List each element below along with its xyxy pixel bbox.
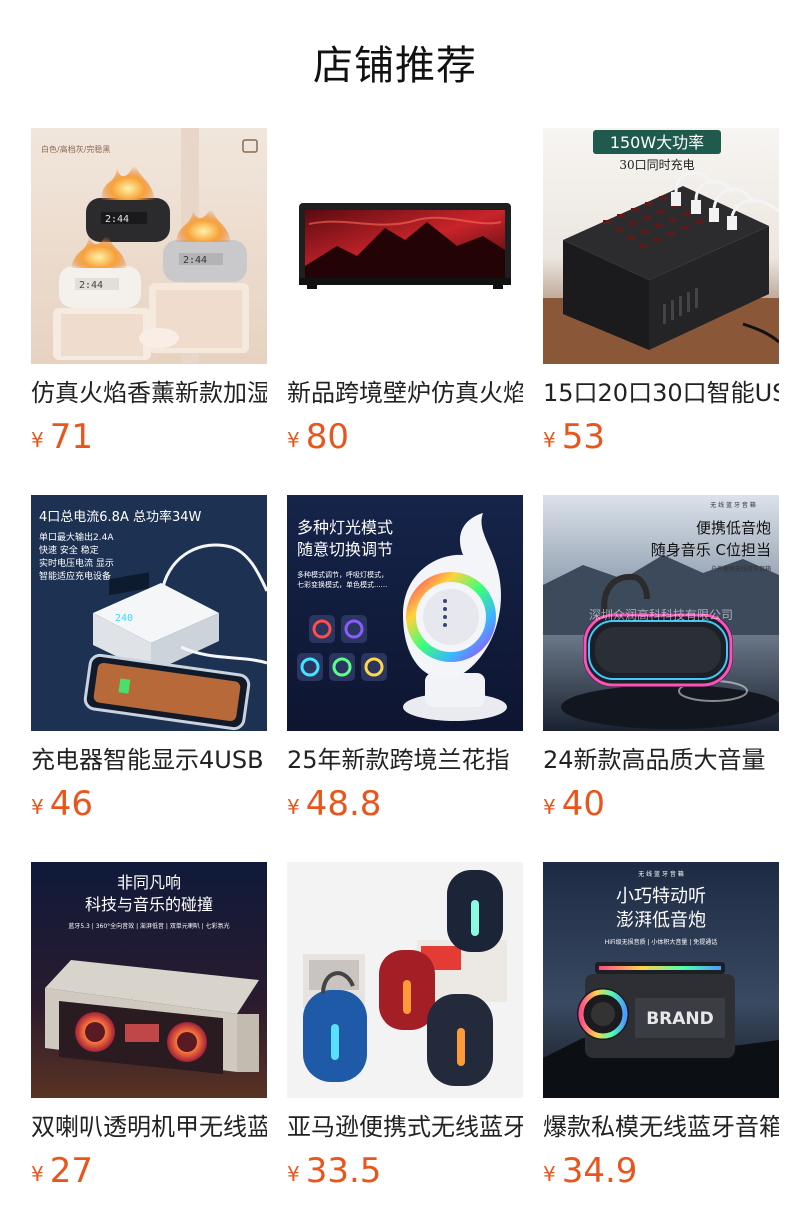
product-image-9[interactable]: 无 线 蓝 牙 音 箱 小巧特动听 澎湃低音炮 HiFi级无损音质 | 小体积大…: [543, 862, 779, 1098]
currency-symbol: ¥: [31, 795, 44, 819]
price-value: 34.9: [561, 1151, 638, 1191]
price-value: 27: [49, 1151, 93, 1191]
product-name[interactable]: 仿真火焰香薰新款加湿器: [31, 376, 267, 410]
svg-text:七彩变换模式，单色模式......: 七彩变换模式，单色模式......: [297, 580, 387, 589]
currency-symbol: ¥: [543, 1162, 556, 1186]
svg-text:30口同时充电: 30口同时充电: [619, 157, 694, 172]
price-value: 40: [561, 784, 605, 824]
product-card-9[interactable]: 无 线 蓝 牙 音 箱 小巧特动听 澎湃低音炮 HiFi级无损音质 | 小体积大…: [543, 862, 779, 1192]
section-title: 店铺推荐: [313, 43, 477, 89]
product-name[interactable]: 爆款私模无线蓝牙音箱: [543, 1110, 779, 1144]
svg-text:2:44: 2:44: [183, 255, 207, 266]
product-card-7[interactable]: 非同凡响 科技与音乐的碰撞 蓝牙5.3 | 360°全向音效 | 澎湃低音 | …: [31, 862, 267, 1192]
product-image-8[interactable]: [287, 862, 523, 1098]
price-value: 80: [305, 417, 349, 457]
product-name[interactable]: 充电器智能显示4USB: [31, 743, 267, 777]
product-image-3[interactable]: 150W大功率 30口同时充电: [543, 128, 779, 364]
product-card-5[interactable]: 多种灯光模式 随意切换调节 多种模式调节，呼吸灯模式， 七彩变换模式，单色模式.…: [287, 495, 523, 825]
currency-symbol: ¥: [543, 795, 556, 819]
svg-text:单口最大输出2.4A: 单口最大输出2.4A: [39, 531, 114, 543]
svg-text:随意切换调节: 随意切换调节: [297, 540, 393, 559]
currency-symbol: ¥: [31, 1162, 44, 1186]
currency-symbol: ¥: [287, 795, 300, 819]
product-price: ¥34.9: [543, 1150, 637, 1192]
svg-text:科技与音乐的碰撞: 科技与音乐的碰撞: [85, 895, 213, 914]
product-price: ¥33.5: [287, 1150, 381, 1192]
svg-text:深圳众润高科科技有限公司: 深圳众润高科科技有限公司: [589, 607, 733, 622]
product-price: ¥80: [287, 416, 349, 458]
product-name[interactable]: 双喇叭透明机甲无线蓝牙: [31, 1110, 267, 1144]
product-price: ¥53: [543, 416, 605, 458]
image-caption: 白色/高档灰/完稳黑: [41, 144, 110, 154]
svg-text:智能适应充电设备: 智能适应充电设备: [39, 570, 111, 582]
product-price: ¥27: [31, 1150, 93, 1192]
product-card-1[interactable]: 白色/高档灰/完稳黑 2:44 2:44 2:44 仿真火焰香薰新款加湿 ¥ 7…: [31, 128, 267, 458]
product-name[interactable]: 15口20口30口智能USB: [543, 376, 779, 410]
store-recommendations-page: 店铺推荐 白色/高档灰/完稳黑 2:44 2:44 2:44 仿真火焰香薰新款加…: [0, 0, 790, 1230]
currency-symbol: ¥: [31, 428, 44, 452]
currency-symbol: ¥: [287, 1162, 300, 1186]
product-image-7[interactable]: 非同凡响 科技与音乐的碰撞 蓝牙5.3 | 360°全向音效 | 澎湃低音 | …: [31, 862, 267, 1098]
currency-symbol: ¥: [543, 428, 556, 452]
svg-text:2:44: 2:44: [105, 214, 129, 225]
image-caption: 无 线 蓝 牙 音 箱: [638, 870, 684, 878]
image-caption: 无 线 蓝 牙 音 箱: [710, 501, 756, 509]
product-image-5[interactable]: 多种灯光模式 随意切换调节 多种模式调节，呼吸灯模式， 七彩变换模式，单色模式.…: [287, 495, 523, 731]
svg-text:实时电压电流 显示: 实时电压电流 显示: [39, 557, 114, 569]
product-price: ¥48.8: [287, 783, 381, 825]
svg-text:快速 安全 稳定: 快速 安全 稳定: [39, 544, 99, 556]
product-card-2[interactable]: 新品跨境壁炉仿真火焰 ¥80: [287, 128, 523, 458]
product-name[interactable]: 25年新款跨境兰花指: [287, 743, 523, 777]
svg-text:户外便携无线蓝牙音箱: 户外便携无线蓝牙音箱: [711, 565, 771, 573]
product-card-8[interactable]: 亚马逊便携式无线蓝牙 ¥33.5: [287, 862, 523, 1192]
svg-text:蓝牙5.3 | 360°全向音效 | 澎湃低音 | 双单元喇: 蓝牙5.3 | 360°全向音效 | 澎湃低音 | 双单元喇叭 | 七彩氛光: [68, 922, 229, 930]
image-caption: 多种灯光模式: [297, 518, 393, 537]
image-caption: 4口总电流6.8A 总功率34W: [39, 509, 202, 525]
product-price: ¥46: [31, 783, 93, 825]
product-name[interactable]: 24新款高品质大音量: [543, 743, 779, 777]
svg-text:多种模式调节，呼吸灯模式，: 多种模式调节，呼吸灯模式，: [297, 570, 388, 579]
svg-text:小巧特动听: 小巧特动听: [616, 886, 706, 907]
product-card-3[interactable]: 150W大功率 30口同时充电 15口20口30口智能USB ¥ 53: [543, 128, 779, 458]
image-caption: 非同凡响: [117, 873, 181, 892]
product-image-4[interactable]: 4口总电流6.8A 总功率34W 单口最大输出2.4A 快速 安全 稳定 实时电…: [31, 495, 267, 731]
svg-text:2:44: 2:44: [79, 280, 103, 291]
product-name[interactable]: 亚马逊便携式无线蓝牙: [287, 1110, 523, 1144]
price-value: 48.8: [305, 784, 382, 824]
product-image-6[interactable]: 无 线 蓝 牙 音 箱 便携低音炮 随身音乐 C位担当 户外便携无线蓝牙音箱 深…: [543, 495, 779, 731]
product-card-6[interactable]: 无 线 蓝 牙 音 箱 便携低音炮 随身音乐 C位担当 户外便携无线蓝牙音箱 深…: [543, 495, 779, 825]
product-image-1[interactable]: 白色/高档灰/完稳黑 2:44 2:44 2:44: [31, 128, 267, 364]
price-value: 33.5: [305, 1151, 382, 1191]
svg-text:HiFi级无损音质 | 小体积大音量 | 免提通话: HiFi级无损音质 | 小体积大音量 | 免提通话: [605, 938, 718, 946]
product-card-4[interactable]: 4口总电流6.8A 总功率34W 单口最大输出2.4A 快速 安全 稳定 实时电…: [31, 495, 267, 825]
product-price: ¥71: [31, 416, 93, 458]
svg-text:BRAND: BRAND: [646, 1009, 714, 1029]
svg-text:澎湃低音炮: 澎湃低音炮: [616, 910, 706, 931]
svg-text:便携低音炮: 便携低音炮: [696, 519, 771, 537]
price-value: 71: [49, 417, 93, 457]
product-image-2[interactable]: [287, 128, 523, 364]
price-value: 46: [49, 784, 93, 824]
svg-text:240: 240: [115, 613, 133, 624]
product-price: ¥40: [543, 783, 605, 825]
svg-text:随身音乐 C位担当: 随身音乐 C位担当: [651, 541, 771, 559]
image-caption: 150W大功率: [610, 133, 704, 152]
product-name[interactable]: 新品跨境壁炉仿真火焰: [287, 376, 523, 410]
price-value: 53: [561, 417, 605, 457]
currency-symbol: ¥: [287, 428, 300, 452]
